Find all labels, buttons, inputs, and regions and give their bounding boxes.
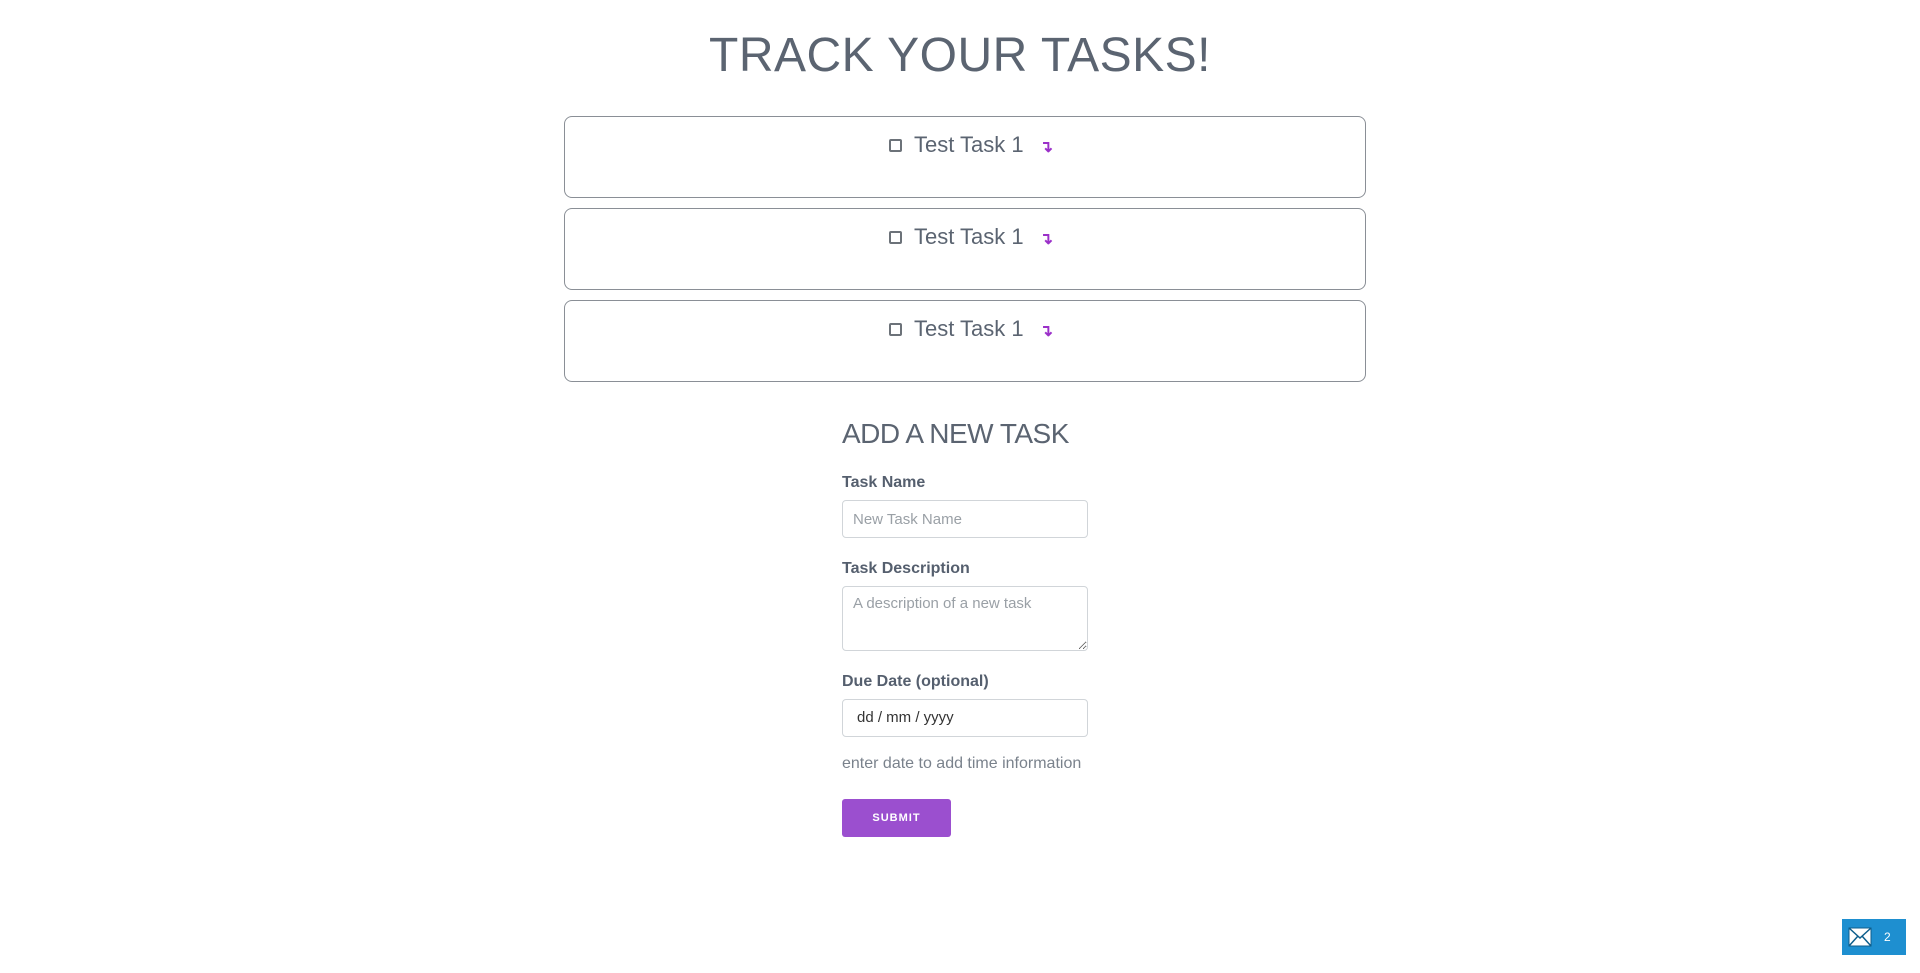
expand-arrow-icon[interactable]: ↴	[1040, 140, 1053, 156]
task-checkbox[interactable]	[888, 138, 902, 152]
task-list: Test Task 1 ↴ Test Task 1 ↴ Test Task 1 …	[564, 116, 1366, 392]
task-row: Test Task 1 ↴	[565, 316, 1367, 342]
expand-arrow-icon[interactable]: ↴	[1040, 324, 1053, 340]
task-card: Test Task 1 ↴	[564, 116, 1366, 198]
task-name-label: Task Name	[842, 474, 926, 491]
task-description-textarea[interactable]	[842, 586, 1088, 651]
submit-button[interactable]: SUBMIT	[842, 799, 951, 837]
envelope-icon	[1848, 927, 1872, 947]
notification-count: 2	[1884, 930, 1891, 944]
notification-widget[interactable]: 2	[1842, 919, 1906, 955]
add-task-form: ADD A NEW TASK Task Name Task Descriptio…	[842, 418, 1102, 837]
task-card: Test Task 1 ↴	[564, 300, 1366, 382]
task-title: Test Task 1	[913, 132, 1024, 157]
add-task-heading: ADD A NEW TASK	[842, 418, 1069, 449]
page-title: TRACK YOUR TASKS!	[709, 29, 1211, 82]
due-date-label: Due Date (optional)	[842, 673, 989, 690]
task-title: Test Task 1	[913, 224, 1024, 249]
task-row: Test Task 1 ↴	[565, 224, 1367, 250]
task-row: Test Task 1 ↴	[565, 132, 1367, 158]
task-name-input[interactable]	[842, 500, 1088, 538]
due-date-input[interactable]: dd / mm / yyyy	[842, 699, 1088, 737]
task-title: Test Task 1	[913, 316, 1024, 341]
task-description-label: Task Description	[842, 560, 970, 577]
task-checkbox[interactable]	[888, 230, 902, 244]
due-date-hint: enter date to add time information	[842, 755, 1082, 772]
expand-arrow-icon[interactable]: ↴	[1040, 232, 1053, 248]
task-card: Test Task 1 ↴	[564, 208, 1366, 290]
task-checkbox[interactable]	[888, 322, 902, 336]
